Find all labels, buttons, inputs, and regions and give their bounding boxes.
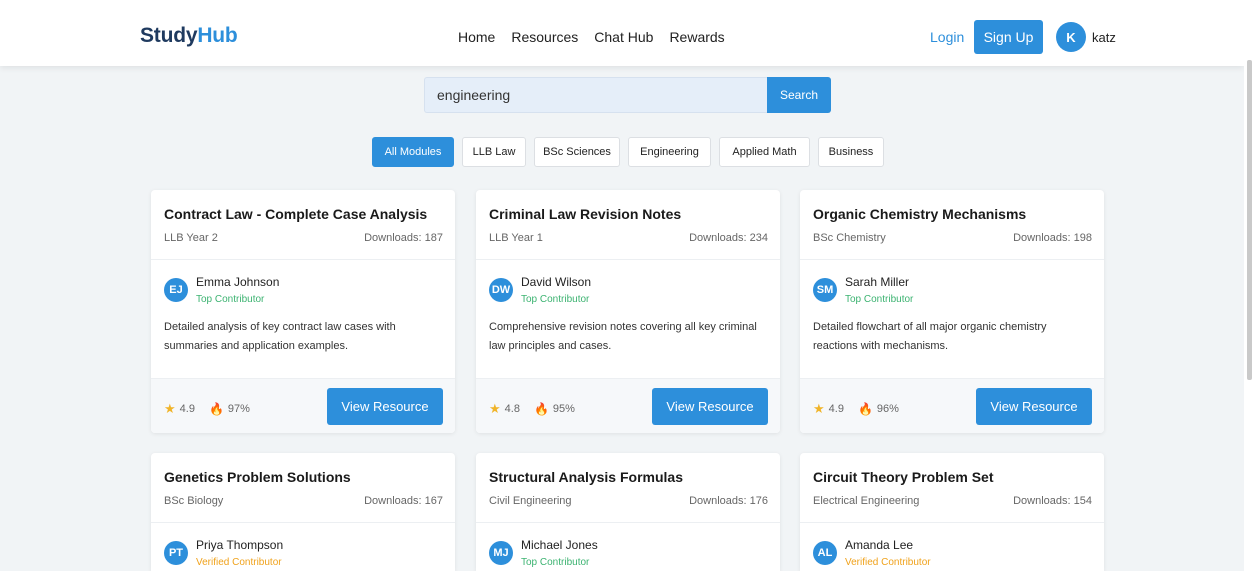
author-avatar: MJ	[489, 541, 513, 565]
author-avatar: EJ	[164, 278, 188, 302]
card-module: BSc Biology	[164, 495, 224, 507]
card-module: LLB Year 2	[164, 232, 218, 244]
main-nav: Home Resources Chat Hub Rewards	[458, 29, 725, 45]
rating-value: 4.8	[504, 403, 520, 415]
card-footer: ★ 4.9 🔥 97% View Resource	[151, 378, 455, 433]
card-downloads: Downloads: 176	[689, 495, 768, 507]
author-badge: Top Contributor	[521, 557, 590, 568]
author-badge: Verified Contributor	[196, 557, 282, 568]
resource-card: Structural Analysis Formulas Civil Engin…	[476, 453, 780, 571]
resource-card: Organic Chemistry Mechanisms BSc Chemist…	[800, 190, 1104, 433]
logo[interactable]: StudyHub	[140, 24, 238, 48]
author-name[interactable]: Michael Jones	[521, 538, 598, 552]
rating-value: 4.9	[828, 403, 844, 415]
card-module: Electrical Engineering	[813, 495, 920, 507]
filter-bsc-sciences[interactable]: BSc Sciences	[534, 137, 620, 167]
resource-card: Circuit Theory Problem Set Electrical En…	[800, 453, 1104, 571]
author-name[interactable]: Amanda Lee	[845, 538, 913, 552]
author-badge: Top Contributor	[196, 294, 265, 305]
user-avatar[interactable]: K	[1056, 22, 1086, 52]
resource-card: Contract Law - Complete Case Analysis LL…	[151, 190, 455, 433]
score-value: 95%	[552, 403, 575, 415]
search-input[interactable]	[424, 77, 768, 113]
nav-home[interactable]: Home	[458, 29, 495, 45]
fire-icon: 🔥	[857, 402, 873, 416]
top-navbar: StudyHub Home Resources Chat Hub Rewards…	[0, 0, 1244, 66]
author-name[interactable]: David Wilson	[521, 275, 591, 289]
filter-engineering[interactable]: Engineering	[628, 137, 711, 167]
filter-applied-math[interactable]: Applied Math	[719, 137, 810, 167]
card-downloads: Downloads: 187	[364, 232, 443, 244]
card-title[interactable]: Genetics Problem Solutions	[164, 469, 351, 485]
resource-card: Criminal Law Revision Notes LLB Year 1 D…	[476, 190, 780, 433]
card-footer: ★ 4.8 🔥 95% View Resource	[476, 378, 780, 433]
module-filters: All Modules LLB Law BSc Sciences Enginee…	[0, 137, 1244, 167]
card-description: Comprehensive revision notes covering al…	[489, 321, 757, 352]
star-icon: ★	[489, 401, 501, 416]
card-divider	[800, 522, 1104, 523]
view-resource-button[interactable]: View Resource	[976, 388, 1092, 425]
card-title[interactable]: Contract Law - Complete Case Analysis	[164, 206, 427, 222]
author-avatar: SM	[813, 278, 837, 302]
username[interactable]: katz	[1092, 30, 1116, 45]
author-badge: Top Contributor	[521, 294, 590, 305]
fire-icon: 🔥	[533, 402, 549, 416]
card-description: Detailed analysis of key contract law ca…	[164, 321, 396, 352]
card-stats: ★ 4.9 🔥 97%	[164, 401, 250, 417]
card-divider	[476, 522, 780, 523]
scrollbar-thumb[interactable]	[1247, 60, 1252, 380]
nav-rewards[interactable]: Rewards	[669, 29, 724, 45]
logo-hub: Hub	[197, 24, 238, 47]
card-footer: ★ 4.9 🔥 96% View Resource	[800, 378, 1104, 433]
fire-icon: 🔥	[208, 402, 224, 416]
rating-value: 4.9	[179, 403, 195, 415]
card-title[interactable]: Criminal Law Revision Notes	[489, 206, 681, 222]
filter-llb-law[interactable]: LLB Law	[462, 137, 526, 167]
card-title[interactable]: Circuit Theory Problem Set	[813, 469, 993, 485]
login-link[interactable]: Login	[930, 29, 964, 45]
card-divider	[151, 522, 455, 523]
card-module: BSc Chemistry	[813, 232, 886, 244]
filter-business[interactable]: Business	[818, 137, 884, 167]
card-module: LLB Year 1	[489, 232, 543, 244]
author-name[interactable]: Priya Thompson	[196, 538, 283, 552]
author-avatar: AL	[813, 541, 837, 565]
nav-chat-hub[interactable]: Chat Hub	[594, 29, 653, 45]
score-value: 97%	[227, 403, 250, 415]
card-description: Detailed flowchart of all major organic …	[813, 321, 1047, 352]
card-divider	[476, 259, 780, 260]
star-icon: ★	[164, 401, 176, 416]
card-title[interactable]: Organic Chemistry Mechanisms	[813, 206, 1026, 222]
author-avatar: DW	[489, 278, 513, 302]
card-divider	[800, 259, 1104, 260]
star-icon: ★	[813, 401, 825, 416]
card-module: Civil Engineering	[489, 495, 572, 507]
score-value: 96%	[876, 403, 899, 415]
author-avatar: PT	[164, 541, 188, 565]
search-button[interactable]: Search	[767, 77, 831, 113]
card-downloads: Downloads: 154	[1013, 495, 1092, 507]
author-badge: Top Contributor	[845, 294, 914, 305]
filter-all-modules[interactable]: All Modules	[372, 137, 454, 167]
view-resource-button[interactable]: View Resource	[327, 388, 443, 425]
author-name[interactable]: Emma Johnson	[196, 275, 279, 289]
author-name[interactable]: Sarah Miller	[845, 275, 909, 289]
card-title[interactable]: Structural Analysis Formulas	[489, 469, 683, 485]
signup-button[interactable]: Sign Up	[974, 20, 1043, 54]
card-downloads: Downloads: 234	[689, 232, 768, 244]
author-badge: Verified Contributor	[845, 557, 931, 568]
logo-study: Study	[140, 24, 198, 47]
nav-resources[interactable]: Resources	[511, 29, 578, 45]
card-stats: ★ 4.8 🔥 95%	[489, 401, 575, 417]
card-downloads: Downloads: 167	[364, 495, 443, 507]
view-resource-button[interactable]: View Resource	[652, 388, 768, 425]
card-stats: ★ 4.9 🔥 96%	[813, 401, 899, 417]
card-divider	[151, 259, 455, 260]
card-downloads: Downloads: 198	[1013, 232, 1092, 244]
resource-card: Genetics Problem Solutions BSc Biology D…	[151, 453, 455, 571]
